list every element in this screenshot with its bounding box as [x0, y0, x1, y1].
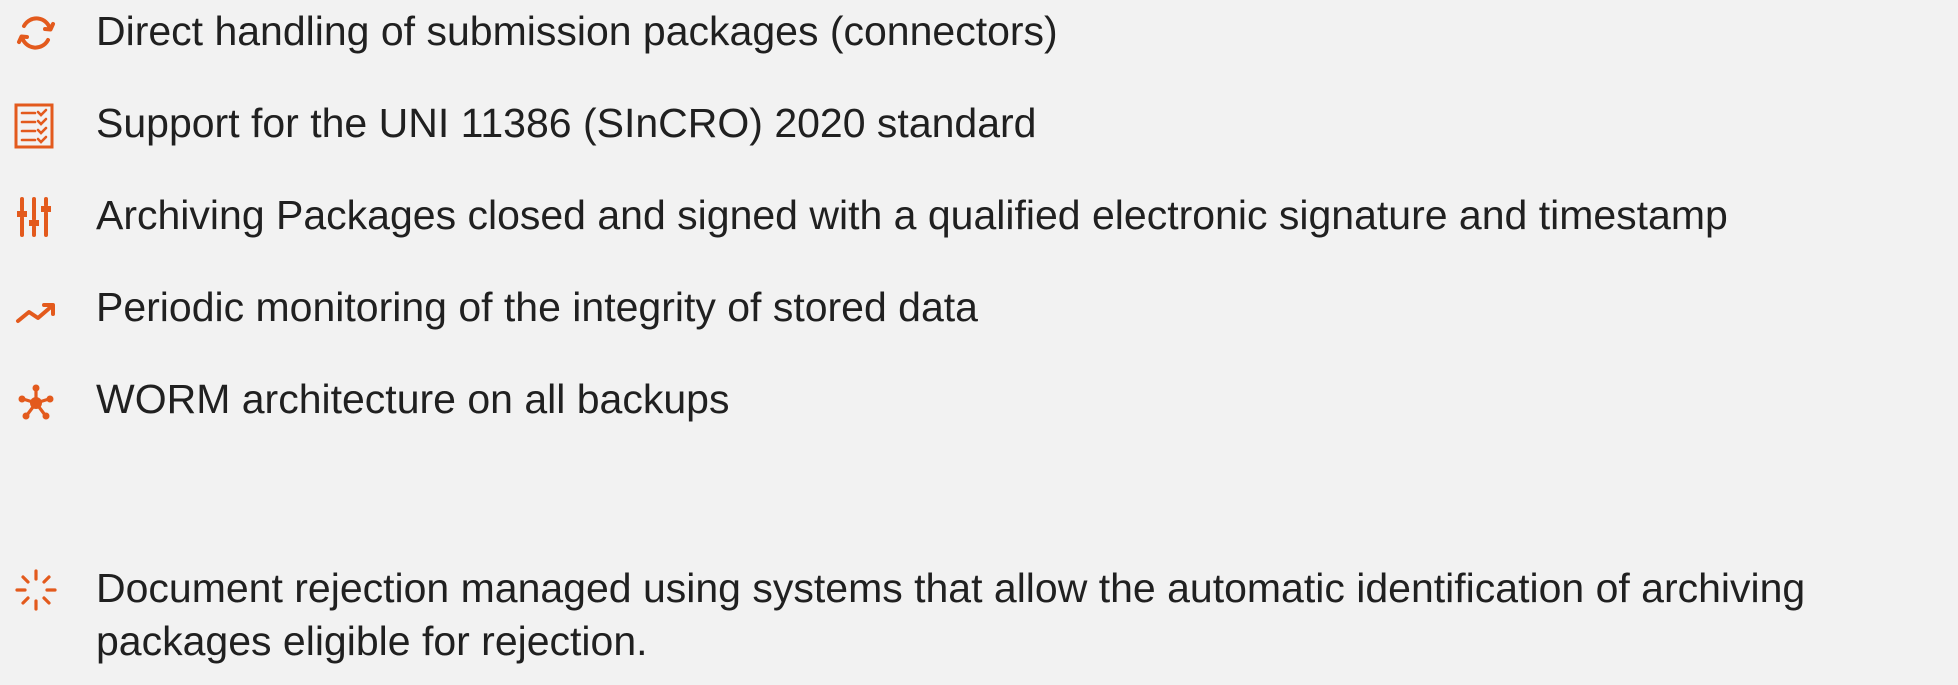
feature-text: Support for the UNI 11386 (SInCRO) 2020 …: [96, 100, 1037, 146]
loading-burst-icon: [12, 567, 60, 615]
sync-icon: [12, 9, 60, 57]
network-hub-icon: [12, 377, 60, 425]
sliders-icon: [12, 193, 60, 241]
trend-up-icon: [12, 285, 60, 333]
feature-text: Archiving Packages closed and signed wit…: [96, 192, 1728, 238]
feature-list: Direct handling of submission packages (…: [0, 0, 1958, 685]
feature-text: Direct handling of submission packages (…: [96, 8, 1058, 54]
feature-text: WORM architecture on all backups: [96, 376, 730, 422]
checklist-icon: [12, 101, 60, 149]
feature-text: Document rejection managed using systems…: [96, 565, 1806, 664]
feature-text: Periodic monitoring of the integrity of …: [96, 284, 978, 330]
